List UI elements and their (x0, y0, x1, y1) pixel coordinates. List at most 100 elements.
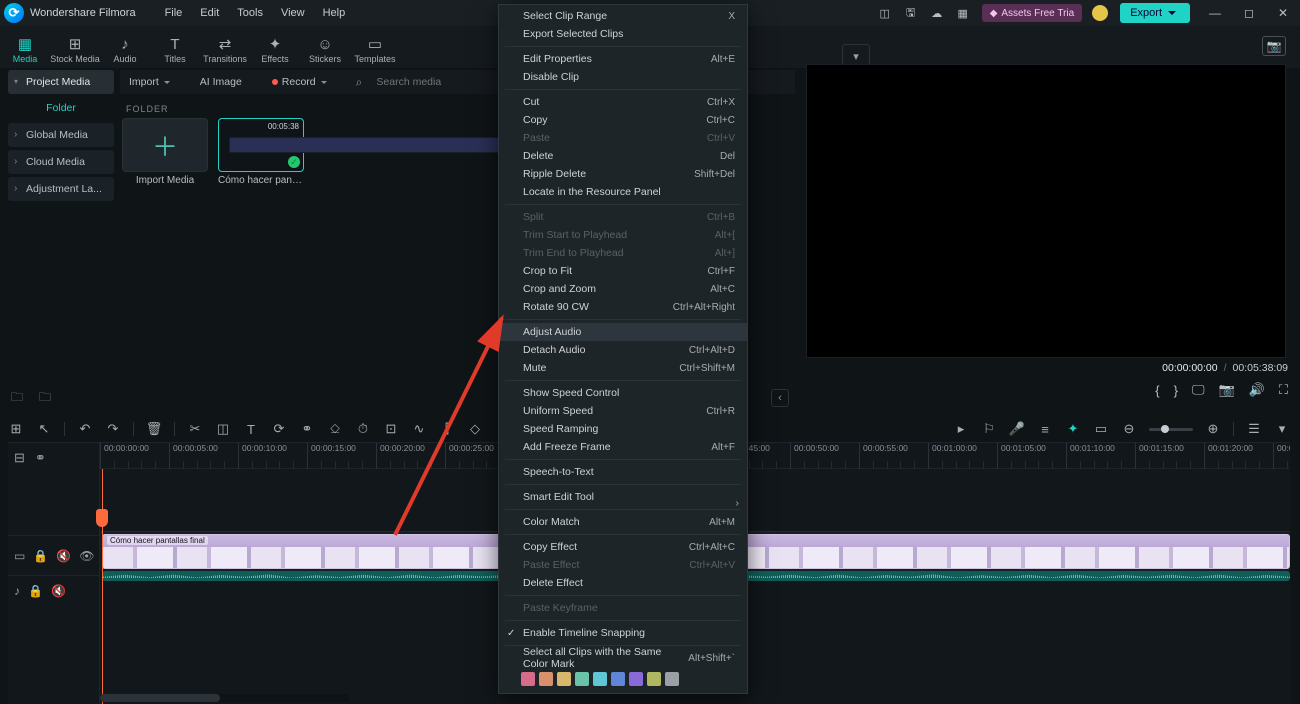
mixer-icon[interactable]: ≡ (1037, 421, 1053, 437)
ctx-export-selected-clips[interactable]: Export Selected Clips (499, 25, 747, 43)
mode-tab-titles[interactable]: TTitles (150, 37, 200, 68)
color-swatch[interactable] (575, 672, 589, 686)
timeline-scrollbar[interactable] (100, 694, 350, 702)
cloud-icon[interactable]: ☁ (924, 0, 950, 26)
ctx-smart-edit-tool[interactable]: Smart Edit Tool (499, 488, 747, 506)
visibility-icon[interactable]: 👁 (79, 549, 94, 563)
ctx-show-speed-control[interactable]: Show Speed Control (499, 384, 747, 402)
speed-icon[interactable]: ⏱ (355, 421, 371, 437)
ctx-mute[interactable]: MuteCtrl+Shift+M (499, 359, 747, 377)
record-button[interactable]: Record (263, 72, 336, 92)
mode-tab-media[interactable]: ▦Media (0, 37, 50, 68)
volume-icon[interactable]: 🔊 (1249, 382, 1265, 398)
mode-tab-audio[interactable]: ♪Audio (100, 37, 150, 68)
more-icon[interactable]: ▾ (1274, 421, 1290, 437)
undo-icon[interactable]: ↶ (77, 421, 93, 437)
search-input[interactable] (374, 75, 494, 89)
lock-icon[interactable]: 🔒 (33, 549, 48, 563)
color-swatch[interactable] (665, 672, 679, 686)
color-swatch[interactable] (647, 672, 661, 686)
mode-tab-stock-media[interactable]: ⊞Stock Media (50, 37, 100, 68)
text-icon[interactable]: T (243, 421, 259, 437)
expand-icon[interactable]: ⊡ (383, 421, 399, 437)
assets-pill[interactable]: ◆Assets Free Tria (982, 4, 1083, 22)
motion-icon[interactable]: ∿ (411, 421, 427, 437)
menu-edit[interactable]: Edit (191, 0, 228, 26)
ctx-speed-ramping[interactable]: Speed Ramping (499, 420, 747, 438)
display-icon[interactable]: 🖵 (1192, 382, 1205, 398)
playhead-handle[interactable] (96, 509, 108, 527)
plus-icon[interactable]: ＋ (122, 118, 208, 172)
ctx-color-match[interactable]: Color MatchAlt+M (499, 513, 747, 531)
ai-icon[interactable]: ✦ (1065, 421, 1081, 437)
lock-icon[interactable]: 🔒 (28, 584, 43, 598)
ctx-uniform-speed[interactable]: Uniform SpeedCtrl+R (499, 402, 747, 420)
ctx-copy[interactable]: CopyCtrl+C (499, 111, 747, 129)
ai-image-button[interactable]: AI Image (191, 72, 251, 92)
camera-icon[interactable]: 📷 (1219, 382, 1235, 398)
fullscreen-icon[interactable]: ⛶ (1279, 382, 1288, 398)
media-clip-card[interactable]: 00:05:38 ✓ Cómo hacer pantallas ... (218, 118, 304, 394)
new-folder-icon[interactable]: 🗀 (8, 389, 26, 407)
color-swatch[interactable] (557, 672, 571, 686)
window-close[interactable]: ✕ (1266, 0, 1300, 26)
ctx-crop-to-fit[interactable]: Crop to FitCtrl+F (499, 262, 747, 280)
color-swatch[interactable] (593, 672, 607, 686)
search-icon[interactable]: ⌕ (356, 75, 363, 90)
mode-tab-templates[interactable]: ▭Templates (350, 37, 400, 68)
tool-select[interactable]: ⊞ (8, 421, 24, 437)
ctx-disable-clip[interactable]: Disable Clip (499, 68, 747, 86)
sidebar-cloud-media[interactable]: Cloud Media (8, 150, 114, 174)
list-icon[interactable]: ☰ (1246, 421, 1262, 437)
menu-file[interactable]: File (156, 0, 192, 26)
color-swatch[interactable] (539, 672, 553, 686)
ctx-speech-to-text[interactable]: Speech-to-Text (499, 463, 747, 481)
ctx-select-all-clips-with-the-same-color-mark[interactable]: Select all Clips with the Same Color Mar… (499, 649, 747, 667)
mute-icon[interactable]: 🔇 (51, 584, 66, 598)
account-icon[interactable] (1092, 5, 1108, 21)
ctx-cut[interactable]: CutCtrl+X (499, 93, 747, 111)
zoom-slider[interactable] (1149, 428, 1193, 431)
rotate-icon[interactable]: ⟳ (271, 421, 287, 437)
ctx-edit-properties[interactable]: Edit PropertiesAlt+E (499, 50, 747, 68)
save-icon[interactable]: 🖫 (898, 0, 924, 26)
marker-icon[interactable]: ⚐ (981, 421, 997, 437)
snapshot-button[interactable]: 📷 (1262, 36, 1286, 56)
sidebar-project-media[interactable]: Project Media (8, 70, 114, 94)
import-button[interactable]: Import (120, 72, 179, 92)
render-icon[interactable]: ▭ (1093, 421, 1109, 437)
ctx-select-clip-range[interactable]: Select Clip RangeX (499, 7, 747, 25)
collapse-icon[interactable]: ‹ (771, 389, 789, 407)
ctx-locate-in-the-resource-panel[interactable]: Locate in the Resource Panel (499, 183, 747, 201)
keyframe-icon[interactable]: ◇ (467, 421, 483, 437)
adjust-icon[interactable]: ⫿ (439, 421, 455, 437)
mark-out-icon[interactable]: } (1174, 383, 1178, 398)
clip-thumbnail[interactable]: 00:05:38 ✓ (218, 118, 304, 172)
link-icon[interactable]: ⚭ (299, 421, 315, 437)
ctx-detach-audio[interactable]: Detach AudioCtrl+Alt+D (499, 341, 747, 359)
sidebar-global-media[interactable]: Global Media (8, 123, 114, 147)
window-minimize[interactable]: ― (1198, 0, 1232, 26)
ctx-copy-effect[interactable]: Copy EffectCtrl+Alt+C (499, 538, 747, 556)
voiceover-icon[interactable]: 🎤 (1009, 421, 1025, 437)
menu-view[interactable]: View (272, 0, 314, 26)
export-button[interactable]: Export (1120, 3, 1190, 23)
tracks-link-icon[interactable]: ⚭ (35, 450, 46, 466)
ctx-adjust-audio[interactable]: Adjust Audio (499, 323, 747, 341)
color-swatch[interactable] (629, 672, 643, 686)
zoom-out-icon[interactable]: ⊖ (1121, 421, 1137, 437)
sidebar-adjustment-layer[interactable]: Adjustment La... (8, 177, 114, 201)
mode-tab-transitions[interactable]: ⇄Transitions (200, 37, 250, 68)
cut-icon[interactable]: ✂ (187, 421, 203, 437)
crop-icon[interactable]: ◫ (215, 421, 231, 437)
window-maximize[interactable]: ◻ (1232, 0, 1266, 26)
redo-icon[interactable]: ↷ (105, 421, 121, 437)
ctx-add-freeze-frame[interactable]: Add Freeze FrameAlt+F (499, 438, 747, 456)
mode-tab-effects[interactable]: ✦Effects (250, 37, 300, 68)
color-swatch[interactable] (611, 672, 625, 686)
apps-icon[interactable]: ▦ (950, 0, 976, 26)
menu-help[interactable]: Help (314, 0, 355, 26)
track-icon[interactable]: ⎐ (327, 421, 343, 437)
import-media-card[interactable]: ＋ Import Media (122, 118, 208, 394)
folder-label[interactable]: Folder (8, 97, 114, 119)
